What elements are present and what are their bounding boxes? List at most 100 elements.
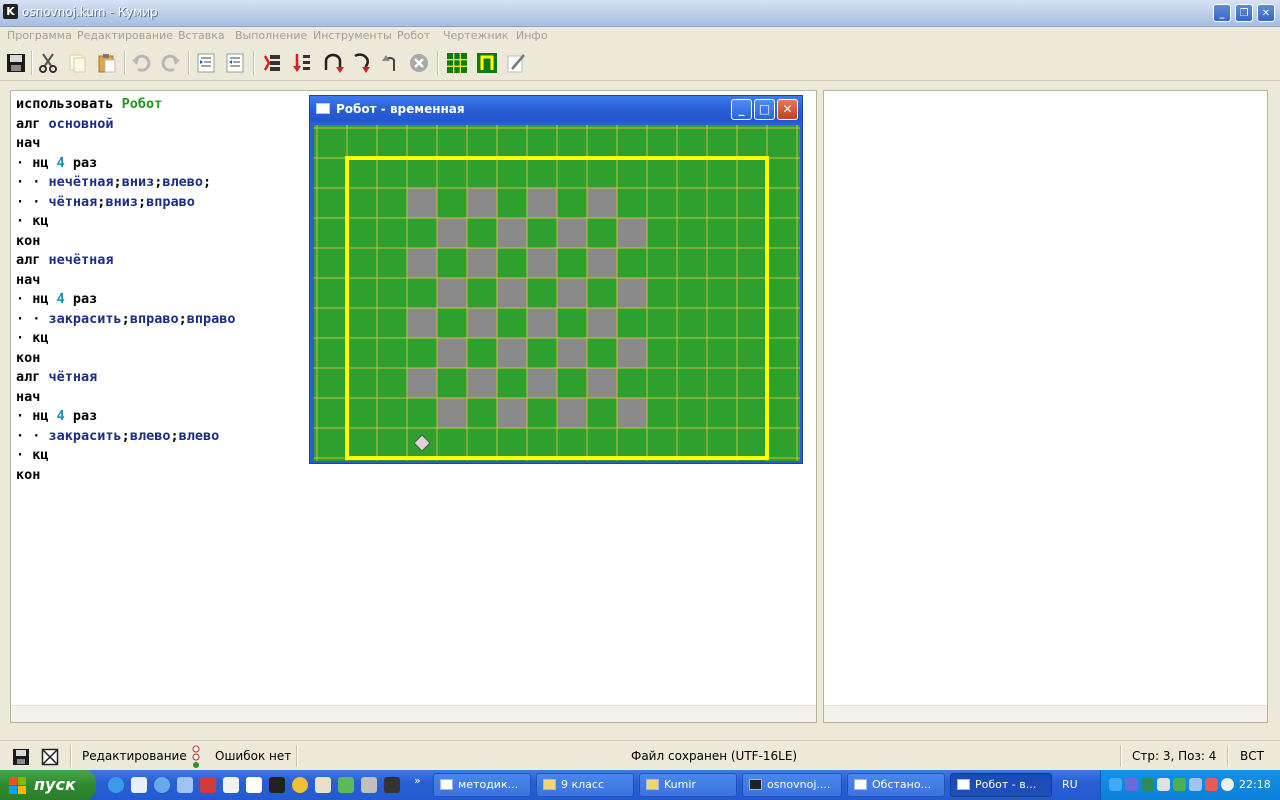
robot-title-bar[interactable]: Робот - временная _ □ ✕	[310, 96, 802, 122]
status-close-icon[interactable]	[41, 748, 59, 766]
edit-icon[interactable]	[505, 52, 527, 74]
robot-field-icon[interactable]	[446, 52, 468, 74]
task-item-active[interactable]: Робот - в...	[950, 773, 1052, 797]
code-line: нач	[16, 134, 236, 154]
task-item[interactable]: Kumir	[639, 773, 737, 797]
code-line: алг нечётная	[16, 251, 236, 271]
step-out-icon[interactable]	[350, 52, 372, 74]
menu-run[interactable]: Выполнение	[235, 29, 307, 42]
cut-icon[interactable]	[37, 52, 59, 74]
step-icon[interactable]	[291, 52, 313, 74]
document-icon[interactable]	[223, 777, 239, 793]
notepad-icon[interactable]	[315, 777, 331, 793]
terminal-icon[interactable]	[269, 777, 285, 793]
robot-close-button[interactable]: ✕	[777, 99, 798, 120]
menu-program[interactable]: Программа	[7, 29, 72, 42]
game-icon[interactable]	[384, 777, 400, 793]
code-token: влево	[129, 427, 171, 444]
menu-robot[interactable]: Робот	[397, 29, 430, 42]
browser-icon[interactable]	[154, 777, 170, 793]
mail-icon[interactable]	[1221, 778, 1234, 791]
code-token: чётная	[48, 193, 98, 210]
task-item[interactable]: osnovnoj....	[742, 773, 842, 797]
menu-tools[interactable]: Инструменты	[313, 29, 392, 42]
code-line: · · чётная;вниз;вправо	[16, 193, 236, 213]
code-line: алг чётная	[16, 368, 236, 388]
run-icon[interactable]	[262, 52, 284, 74]
menu-info[interactable]: Инфо	[516, 29, 548, 42]
close-button[interactable]: ✕	[1257, 4, 1275, 22]
window-quicklaunch-icon[interactable]	[246, 777, 262, 793]
code-token: чётная	[48, 369, 98, 385]
menu-drawer[interactable]: Чертежник	[443, 29, 508, 42]
painted-cell	[557, 338, 587, 368]
painted-cell	[587, 308, 617, 338]
task-item[interactable]: 9 класс	[536, 773, 634, 797]
code-token: · ·	[16, 174, 49, 190]
app-quicklaunch-icon[interactable]	[200, 777, 216, 793]
painted-cell	[467, 368, 497, 398]
volume-icon[interactable]	[1157, 778, 1170, 791]
paste-icon[interactable]	[96, 52, 118, 74]
task-label: Обстано...	[872, 778, 932, 791]
start-button[interactable]: пуск	[0, 770, 96, 800]
stop-icon[interactable]	[408, 52, 430, 74]
code-token: нечётная	[48, 252, 114, 268]
menu-insert[interactable]: Вставка	[178, 29, 225, 42]
code-token: ;	[113, 174, 122, 190]
robot-minimize-button[interactable]: _	[731, 99, 752, 120]
task-label: Робот - в...	[975, 778, 1037, 791]
undo-icon[interactable]	[130, 52, 152, 74]
editor-margin	[11, 705, 816, 722]
network-icon[interactable]	[1109, 778, 1122, 791]
shield-icon[interactable]	[1173, 778, 1186, 791]
menu-edit[interactable]: Редактирование	[77, 29, 173, 42]
outdent-icon[interactable]	[224, 52, 246, 74]
robot-maximize-button[interactable]: □	[754, 99, 775, 120]
step-into-icon[interactable]	[322, 52, 344, 74]
cloud-icon[interactable]	[177, 777, 193, 793]
word-icon	[440, 779, 453, 790]
code-line: кон	[16, 466, 236, 486]
drawer-icon[interactable]	[476, 52, 498, 74]
copy-icon[interactable]	[66, 52, 88, 74]
status-mode: Редактирование	[82, 749, 187, 763]
painted-cell	[587, 188, 617, 218]
maximize-button[interactable]: ❐	[1235, 4, 1253, 22]
code-token: 4	[56, 154, 65, 171]
more-icon[interactable]: »	[414, 774, 421, 787]
tools-icon[interactable]	[338, 777, 354, 793]
ie-icon[interactable]	[108, 777, 124, 793]
clock-icon[interactable]	[292, 777, 308, 793]
menu-bar: Программа Редактирование Вставка Выполне…	[0, 27, 1280, 45]
painted-cell	[407, 248, 437, 278]
painted-cell	[527, 188, 557, 218]
media-icon[interactable]	[361, 777, 377, 793]
update-icon[interactable]	[1205, 778, 1218, 791]
code-token: вправо	[186, 310, 236, 327]
antivirus-icon[interactable]	[1141, 778, 1154, 791]
step-back-icon[interactable]	[380, 52, 402, 74]
desktop-icon[interactable]	[131, 777, 147, 793]
painted-cell	[497, 338, 527, 368]
save-icon[interactable]	[5, 52, 27, 74]
code-token: нач	[16, 271, 41, 288]
code-token: алг	[16, 115, 49, 132]
code-token: кон	[16, 466, 41, 483]
task-item[interactable]: методик...	[433, 773, 531, 797]
code-token: ;	[202, 174, 212, 190]
indent-icon[interactable]	[195, 52, 217, 74]
painted-cell	[617, 338, 647, 368]
robot-field[interactable]	[314, 125, 800, 461]
robot-window[interactable]: Робот - временная _ □ ✕	[309, 95, 803, 464]
language-indicator[interactable]: RU	[1062, 778, 1078, 791]
monitor-icon[interactable]	[1125, 778, 1138, 791]
output-panel[interactable]	[823, 90, 1268, 723]
skype-icon[interactable]	[1189, 778, 1202, 791]
redo-icon[interactable]	[160, 52, 182, 74]
status-save-icon[interactable]	[12, 748, 30, 766]
minimize-button[interactable]: _	[1213, 4, 1231, 22]
task-item[interactable]: Обстано...	[847, 773, 945, 797]
code-line: · нц 4 раз	[16, 154, 236, 174]
painted-cell	[617, 218, 647, 248]
